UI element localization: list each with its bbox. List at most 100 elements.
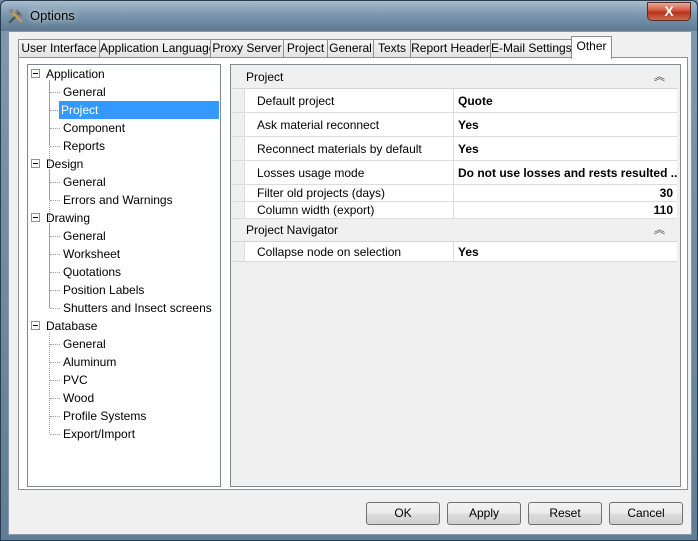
options-window: Options X User Interface Application Lan… [0,0,698,541]
row-gutter [232,202,244,218]
row-gutter [232,185,244,201]
tree-item-drawing-shutters[interactable]: Shutters and Insect screens [28,299,220,317]
tree-item-drawing-quotations[interactable]: Quotations [28,263,220,281]
title-bar[interactable]: Options X [1,1,697,31]
row-gutter [232,113,244,136]
tree-label: Profile Systems [63,409,147,423]
tree-label: Reports [63,139,106,153]
tree-label: General [63,229,106,243]
property-name: Reconnect materials by default [244,137,454,160]
category-project-navigator[interactable]: Project Navigator ︽ [232,219,677,242]
tree-label: General [63,85,106,99]
property-name: Ask material reconnect [244,113,454,136]
row-gutter [232,242,244,261]
tree-label: Worksheet [63,247,121,261]
tree-node-design[interactable]: Design [28,155,220,173]
tree-label: PVC [63,373,88,387]
tree-label: Component [63,121,126,135]
close-button[interactable]: X [647,2,691,21]
tree-label: Wood [63,391,95,405]
tab-general[interactable]: General [327,39,374,58]
tree-item-database-general[interactable]: General [28,335,220,353]
tree-item-application-general[interactable]: General [28,83,220,101]
property-name: Column width (export) [244,202,454,218]
property-value[interactable]: 110 [454,202,677,218]
tree-label: General [63,175,106,189]
property-value[interactable]: Do not use losses and rests resulted ... [454,161,677,184]
property-name: Default project [244,89,454,112]
property-row[interactable]: Column width (export) 110 [232,202,677,219]
tree-label: General [63,337,106,351]
tree-item-drawing-worksheet[interactable]: Worksheet [28,245,220,263]
dialog-body: User Interface Application Language Prox… [8,31,692,535]
property-value[interactable]: Yes [454,137,677,160]
property-row[interactable]: Losses usage mode Do not use losses and … [232,161,677,185]
tab-email-settings[interactable]: E-Mail Settings [490,39,572,58]
property-value[interactable]: 30 [454,185,677,201]
tree-item-application-reports[interactable]: Reports [28,137,220,155]
tree-item-design-errors[interactable]: Errors and Warnings [28,191,220,209]
property-row[interactable]: Collapse node on selection Yes [232,242,677,262]
tree-label: Position Labels [63,283,145,297]
tree-node-drawing[interactable]: Drawing [28,209,220,227]
tree-item-design-general[interactable]: General [28,173,220,191]
reset-button[interactable]: Reset [528,502,602,525]
property-name: Losses usage mode [244,161,454,184]
tree-item-database-export-import[interactable]: Export/Import [28,425,220,443]
tab-proxy-server[interactable]: Proxy Server [210,39,284,58]
tree-item-drawing-general[interactable]: General [28,227,220,245]
options-tree[interactable]: Application General Project Component Re… [27,64,221,487]
property-name: Collapse node on selection [244,242,454,261]
tree-label: Database [46,319,98,333]
tree-label: Drawing [46,211,91,225]
category-title: Project Navigator [246,223,339,237]
category-project[interactable]: Project ︽ [232,66,677,89]
tree-item-application-component[interactable]: Component [28,119,220,137]
cancel-button[interactable]: Cancel [609,502,683,525]
tree-item-drawing-position-labels[interactable]: Position Labels [28,281,220,299]
property-value[interactable]: Yes [454,113,677,136]
collapse-icon[interactable] [31,213,40,222]
row-gutter [232,89,244,112]
tab-other[interactable]: Other [571,36,612,59]
tree-node-application[interactable]: Application [28,65,220,83]
property-grid-body: Project ︽ Default project Quote Ask mate… [232,66,677,262]
property-row[interactable]: Filter old projects (days) 30 [232,185,677,202]
apply-button[interactable]: Apply [447,502,521,525]
row-gutter [232,161,244,184]
tab-project[interactable]: Project [283,39,328,58]
collapse-category-icon[interactable]: ︽ [654,66,665,88]
tab-application-language[interactable]: Application Language [99,39,215,58]
property-row[interactable]: Default project Quote [232,89,677,113]
tree-label: Application [46,67,105,81]
tree-item-application-project[interactable]: Project [28,101,220,119]
collapse-category-icon[interactable]: ︽ [654,219,665,241]
tree-item-database-aluminum[interactable]: Aluminum [28,353,220,371]
tab-user-interface[interactable]: User Interface [18,39,100,58]
tree-label: Aluminum [63,355,117,369]
property-row[interactable]: Reconnect materials by default Yes [232,137,677,161]
tree-node-database[interactable]: Database [28,317,220,335]
tab-report-header[interactable]: Report Header [410,39,491,58]
tree-label: Design [46,157,84,171]
tree-label: Project [59,101,219,119]
property-grid: Project ︽ Default project Quote Ask mate… [230,64,681,487]
collapse-icon[interactable] [31,159,40,168]
tree-item-database-profile-systems[interactable]: Profile Systems [28,407,220,425]
row-gutter [232,137,244,160]
category-title: Project [246,70,284,84]
collapse-icon[interactable] [31,321,40,330]
tree-item-database-wood[interactable]: Wood [28,389,220,407]
tab-panel-other: Application General Project Component Re… [18,57,688,490]
tree-label: Errors and Warnings [63,193,173,207]
tree-item-database-pvc[interactable]: PVC [28,371,220,389]
collapse-icon[interactable] [31,69,40,78]
property-value[interactable]: Quote [454,89,677,112]
property-value[interactable]: Yes [454,242,677,261]
tab-texts[interactable]: Texts [373,39,411,58]
property-row[interactable]: Ask material reconnect Yes [232,113,677,137]
property-name: Filter old projects (days) [244,185,454,201]
ok-button[interactable]: OK [366,502,440,525]
tree-label: Quotations [63,265,122,279]
tree-label: Shutters and Insect screens [63,301,212,315]
